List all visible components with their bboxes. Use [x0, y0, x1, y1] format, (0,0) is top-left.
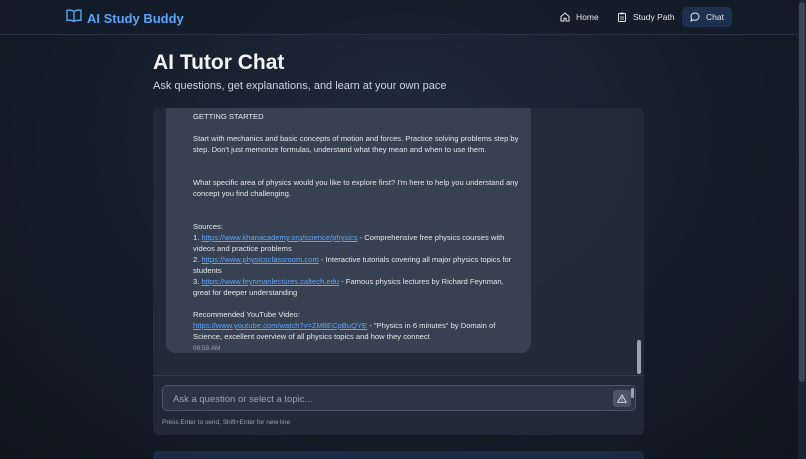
page-title: AI Tutor Chat: [153, 51, 285, 74]
video-label: Recommended YouTube Video:: [193, 310, 300, 319]
source-item: 3. https://www.feynmanlectures.caltech.e…: [193, 276, 523, 298]
chat-input-container: [162, 385, 636, 411]
message-timestamp: 09:58 AM: [193, 345, 221, 352]
video-item: https://www.youtube.com/watch?v=ZM8ECpBu…: [193, 320, 523, 342]
chat-scrollbar-thumb[interactable]: [637, 340, 641, 374]
book-open-icon: [66, 9, 82, 27]
nav-study-path-label: Study Path: [633, 12, 675, 22]
home-icon: [560, 12, 570, 22]
source-link[interactable]: https://www.feynmanlectures.caltech.edu: [201, 277, 339, 286]
navbar: AI Study Buddy Home Study Path Chat: [0, 0, 798, 35]
assistant-message: GETTING STARTED Start with mechanics and…: [166, 108, 531, 353]
page-scrollbar[interactable]: [798, 0, 806, 459]
nav-study-path[interactable]: Study Path: [609, 7, 683, 27]
source-link[interactable]: https://www.physicsclassroom.com: [201, 255, 318, 264]
page-scrollbar-thumb[interactable]: [799, 2, 805, 382]
page-subtitle: Ask questions, get explanations, and lea…: [153, 80, 447, 92]
input-scrollbar[interactable]: [631, 388, 634, 398]
message-paragraph: Start with mechanics and basic concepts …: [193, 134, 519, 154]
message-heading: GETTING STARTED: [193, 112, 264, 121]
nav-home[interactable]: Home: [552, 7, 607, 27]
chat-bubble-icon: [690, 12, 700, 22]
warning-triangle-icon: [617, 390, 627, 408]
video-link[interactable]: https://www.youtube.com/watch?v=ZM8ECpBu…: [193, 321, 367, 330]
nav-chat-label: Chat: [706, 12, 724, 22]
clipboard-icon: [617, 12, 627, 22]
brand-name: AI Study Buddy: [87, 10, 184, 26]
chat-input[interactable]: [171, 390, 595, 408]
source-item: 1. https://www.khanacademy.org/science/p…: [193, 232, 523, 254]
message-list[interactable]: GETTING STARTED Start with mechanics and…: [153, 108, 644, 376]
nav-home-label: Home: [576, 12, 599, 22]
next-section-edge: [153, 451, 644, 459]
send-button[interactable]: [613, 390, 631, 407]
nav-chat[interactable]: Chat: [682, 7, 732, 27]
source-link[interactable]: https://www.khanacademy.org/science/phys…: [201, 233, 357, 242]
input-hint: Press Enter to send, Shift+Enter for new…: [162, 419, 291, 426]
message-paragraph: What specific area of physics would you …: [193, 178, 519, 198]
sources-label: Sources:: [193, 222, 223, 231]
brand-logo[interactable]: AI Study Buddy: [66, 9, 184, 27]
source-item: 2. https://www.physicsclassroom.com - In…: [193, 254, 523, 276]
chat-panel: GETTING STARTED Start with mechanics and…: [153, 108, 644, 435]
